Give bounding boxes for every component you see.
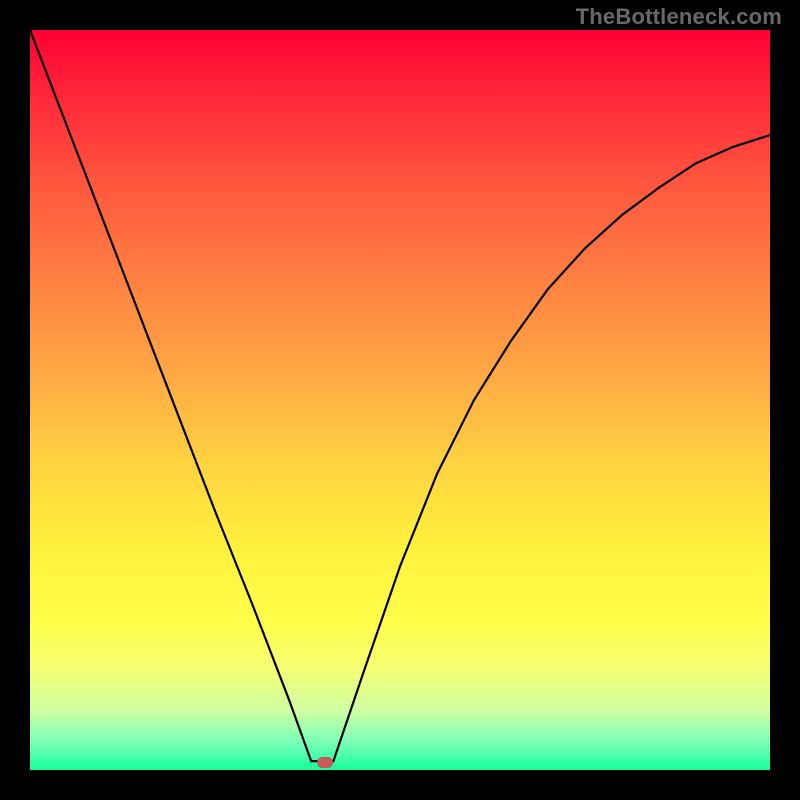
plot-area (30, 30, 770, 770)
optimal-point-marker (317, 757, 333, 768)
watermark-text: TheBottleneck.com (576, 4, 782, 30)
chart-root: TheBottleneck.com (0, 0, 800, 800)
bottleneck-curve (30, 30, 770, 761)
curve-svg (30, 30, 770, 770)
